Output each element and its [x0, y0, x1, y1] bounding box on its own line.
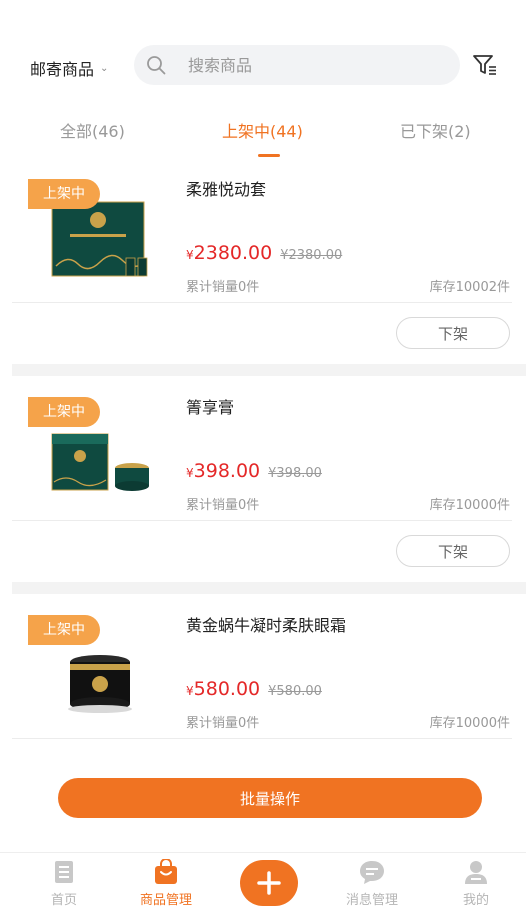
sale-price: ¥2380.00: [186, 242, 273, 264]
sale-price: ¥398.00: [186, 460, 261, 482]
stock-count: 库存10000件: [429, 716, 510, 731]
bottom-tab-bar: 首页 商品管理 消息管理 我的: [0, 852, 526, 911]
original-price: ¥2380.00: [280, 248, 343, 263]
price-row: ¥580.00 ¥580.00: [186, 678, 322, 700]
divider: [12, 520, 512, 521]
status-badge: 上架中: [28, 615, 100, 645]
delist-button[interactable]: 下架: [396, 535, 510, 567]
card-separator: [12, 582, 526, 594]
product-card[interactable]: 上架中 黄金蜗牛凝时柔肤眼霜 ¥580.00 ¥580.00 累计销量0件 库存…: [0, 608, 526, 748]
tabbar-item-messages[interactable]: 消息管理: [332, 859, 412, 908]
tabbar-item-mine[interactable]: 我的: [436, 859, 516, 908]
category-dropdown[interactable]: 邮寄商品 ⌄: [30, 56, 108, 80]
original-price: ¥580.00: [268, 684, 322, 699]
filter-icon[interactable]: [472, 54, 498, 76]
message-icon: [360, 861, 384, 884]
price-row: ¥2380.00 ¥2380.00: [186, 242, 342, 264]
product-name: 黄金蜗牛凝时柔肤眼霜: [186, 616, 347, 635]
tabbar-label: 我的: [462, 893, 489, 908]
search-input[interactable]: [188, 55, 428, 75]
price-row: ¥398.00 ¥398.00: [186, 460, 322, 482]
tabbar-item-goods[interactable]: 商品管理: [126, 859, 206, 908]
tab-underline: [258, 154, 280, 157]
search-icon: [147, 56, 166, 75]
original-price: ¥398.00: [268, 466, 322, 481]
tab-on-shelf[interactable]: 上架中(44): [222, 118, 303, 142]
tabbar-label: 消息管理: [345, 893, 398, 908]
add-product-button[interactable]: [240, 860, 298, 906]
tabbar-label: 首页: [50, 893, 77, 908]
product-name: 柔雅悦动套: [186, 180, 267, 199]
search-bar[interactable]: [134, 45, 460, 85]
card-separator: [12, 364, 526, 376]
sale-price: ¥580.00: [186, 678, 261, 700]
user-icon: [465, 861, 487, 884]
chevron-down-icon: ⌄: [100, 62, 109, 74]
tabbar-item-home[interactable]: 首页: [24, 859, 104, 908]
product-name: 箐享膏: [186, 398, 235, 417]
tab-all[interactable]: 全部(46): [60, 118, 125, 142]
sales-count: 累计销量0件: [186, 498, 260, 513]
goods-bag-icon: [155, 859, 177, 884]
sales-count: 累计销量0件: [186, 280, 260, 295]
sales-count: 累计销量0件: [186, 716, 260, 731]
stock-count: 库存10000件: [429, 498, 510, 513]
divider: [12, 302, 512, 303]
delist-button[interactable]: 下架: [396, 317, 510, 349]
status-tabs: 全部(46) 上架中(44) 已下架(2): [0, 110, 526, 160]
divider: [12, 738, 512, 739]
product-card[interactable]: 上架中 箐享膏 ¥398.00 ¥398.00 累计销量0件 库存10000件 …: [0, 390, 526, 596]
home-icon: [55, 861, 73, 883]
plus-icon: [257, 871, 281, 895]
status-badge: 上架中: [28, 179, 100, 209]
status-badge: 上架中: [28, 397, 100, 427]
stock-count: 库存10002件: [429, 280, 510, 295]
header: 邮寄商品 ⌄: [0, 40, 526, 92]
batch-operation-button[interactable]: 批量操作: [58, 778, 482, 818]
product-card[interactable]: 上架中 柔雅悦动套 ¥2380.00 ¥2380.00 累计销量0件 库存100…: [0, 172, 526, 378]
tabbar-label: 商品管理: [139, 893, 192, 908]
category-label: 邮寄商品: [30, 60, 95, 79]
tab-off-shelf[interactable]: 已下架(2): [400, 118, 471, 142]
